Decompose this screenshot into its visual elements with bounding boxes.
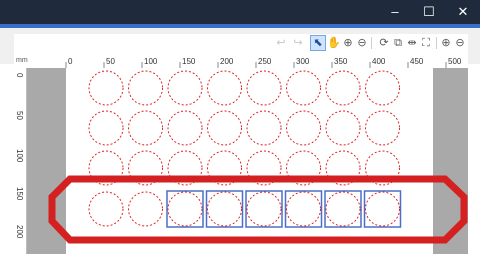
selected-label-box[interactable] bbox=[363, 190, 402, 228]
circle-label[interactable] bbox=[128, 70, 163, 106]
circle-label[interactable] bbox=[88, 110, 124, 146]
circle-label[interactable] bbox=[128, 110, 163, 146]
circle-label[interactable] bbox=[325, 110, 361, 146]
circle-label[interactable] bbox=[207, 70, 242, 106]
circle-label[interactable] bbox=[207, 191, 242, 227]
circle-label[interactable] bbox=[286, 70, 321, 106]
circle-label[interactable] bbox=[246, 110, 282, 146]
circle-label[interactable] bbox=[365, 110, 400, 146]
circle-label[interactable] bbox=[88, 191, 124, 227]
label-layout-overlay bbox=[48, 70, 468, 244]
selected-label-box[interactable] bbox=[166, 190, 204, 228]
highlight-annotation bbox=[48, 175, 468, 244]
circle-label[interactable] bbox=[246, 191, 282, 227]
circle-label[interactable] bbox=[286, 191, 321, 227]
circle-label[interactable] bbox=[246, 70, 282, 106]
circle-label[interactable] bbox=[207, 110, 242, 146]
selected-label-box[interactable] bbox=[284, 190, 323, 228]
circle-label[interactable] bbox=[365, 191, 400, 227]
circle-label[interactable] bbox=[128, 191, 163, 227]
circle-label[interactable] bbox=[286, 110, 321, 146]
selected-label-box[interactable] bbox=[245, 190, 283, 228]
circle-label[interactable] bbox=[365, 70, 400, 106]
circle-label[interactable] bbox=[325, 191, 361, 227]
circle-label[interactable] bbox=[167, 191, 203, 227]
circle-label[interactable] bbox=[167, 70, 203, 106]
circle-label[interactable] bbox=[167, 110, 203, 146]
selected-label-box[interactable] bbox=[324, 190, 362, 228]
selected-label-box[interactable] bbox=[205, 190, 244, 228]
circle-label[interactable] bbox=[88, 70, 124, 106]
circle-label[interactable] bbox=[325, 70, 361, 106]
